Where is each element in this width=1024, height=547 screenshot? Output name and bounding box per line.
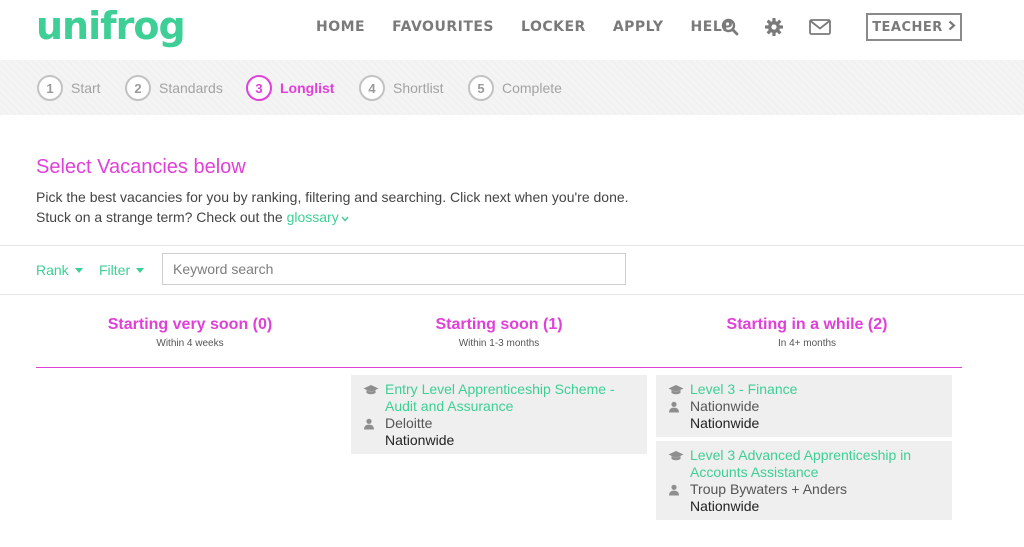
vacancy-card[interactable]: Level 3 - Finance Nationwide Nationwide [656, 375, 952, 437]
vacancy-location-row: Nationwide [668, 498, 942, 515]
vacancy-location-row: Nationwide [363, 432, 637, 449]
graduation-cap-icon [668, 381, 690, 396]
gear-icon[interactable] [761, 14, 787, 40]
chevron-down-icon [341, 214, 349, 224]
vacancy-employer-row: Deloitte [363, 415, 637, 432]
vacancy-card[interactable]: Level 3 Advanced Apprenticeship in Accou… [656, 441, 952, 520]
step-complete[interactable]: 5 Complete [468, 75, 562, 101]
column-title: Starting very soon (0) [107, 316, 273, 333]
page-title: Select Vacancies below [36, 156, 246, 178]
step-number: 3 [246, 75, 272, 101]
step-label: Shortlist [393, 80, 444, 96]
step-label: Standards [159, 80, 223, 96]
step-number: 2 [125, 75, 151, 101]
nav-home[interactable]: HOME [316, 19, 365, 35]
chevron-right-icon [948, 20, 956, 34]
rank-dropdown[interactable]: Rank [36, 262, 83, 278]
column-heading-very-soon: Starting very soon (0) Within 4 weeks [40, 316, 340, 349]
vacancy-title[interactable]: Level 3 Advanced Apprenticeship in Accou… [690, 447, 942, 481]
column-subtitle: Within 1-3 months [458, 338, 540, 349]
progress-steps: 1 Start 2 Standards 3 Longlist 4 Shortli… [0, 60, 1024, 115]
vacancy-card[interactable]: Entry Level Apprenticeship Scheme - Audi… [351, 375, 647, 454]
graduation-cap-icon [363, 381, 385, 396]
vacancy-employer-row: Nationwide [668, 398, 942, 415]
page-description: Pick the best vacancies for you by ranki… [36, 187, 629, 229]
step-longlist[interactable]: 3 Longlist [246, 75, 334, 101]
person-icon [363, 415, 385, 430]
nav-locker[interactable]: LOCKER [521, 19, 586, 35]
graduation-cap-icon [668, 447, 690, 462]
vacancy-employer: Troup Bywaters + Anders [690, 481, 848, 497]
column-subtitle: In 4+ months [777, 338, 837, 349]
vacancy-location: Nationwide [690, 415, 760, 431]
vacancy-location-row: Nationwide [668, 415, 942, 432]
vacancy-location: Nationwide [385, 432, 455, 448]
nav-favourites[interactable]: FAVOURITES [392, 19, 494, 35]
step-start[interactable]: 1 Start [37, 75, 101, 101]
vacancy-location: Nationwide [690, 498, 760, 514]
column-title: Starting soon (1) [435, 316, 563, 333]
vacancy-title[interactable]: Entry Level Apprenticeship Scheme - Audi… [385, 381, 637, 415]
vacancy-title-row: Entry Level Apprenticeship Scheme - Audi… [363, 381, 637, 415]
divider [0, 245, 1024, 246]
column-heading-in-a-while: Starting in a while (2) In 4+ months [657, 316, 957, 349]
top-header: unifrog HOME FAVOURITES LOCKER APPLY HEL… [0, 0, 1024, 60]
teacher-button-label: TEACHER [872, 19, 943, 35]
column-title: Starting in a while (2) [726, 316, 888, 333]
glossary-prompt: Stuck on a strange term? Check out the [36, 209, 287, 225]
divider [0, 294, 1024, 295]
step-number: 4 [359, 75, 385, 101]
step-label: Complete [502, 80, 562, 96]
search-icon[interactable] [717, 14, 743, 40]
mail-icon[interactable] [807, 14, 833, 40]
unifrog-logo[interactable]: unifrog [36, 4, 186, 48]
filter-dropdown[interactable]: Filter [99, 262, 145, 278]
vacancy-title-row: Level 3 Advanced Apprenticeship in Accou… [668, 447, 942, 481]
column-heading-soon: Starting soon (1) Within 1-3 months [349, 316, 649, 349]
rank-label: Rank [36, 262, 69, 278]
vacancy-title[interactable]: Level 3 - Finance [690, 381, 797, 398]
step-shortlist[interactable]: 4 Shortlist [359, 75, 444, 101]
vacancy-employer: Deloitte [385, 415, 433, 431]
caret-down-icon [136, 267, 145, 273]
person-icon [668, 398, 690, 413]
glossary-link-label: glossary [286, 209, 339, 225]
step-label: Longlist [280, 80, 335, 96]
vacancy-employer-row: Troup Bywaters + Anders [668, 481, 942, 498]
column-subtitle: Within 4 weeks [156, 338, 224, 349]
description-line: Pick the best vacancies for you by ranki… [36, 189, 629, 205]
vacancy-title-row: Level 3 - Finance [668, 381, 942, 398]
keyword-search-input[interactable] [162, 253, 626, 285]
filter-label: Filter [99, 262, 131, 278]
description-line-glossary: Stuck on a strange term? Check out the g… [36, 207, 629, 229]
column-divider-rule [36, 367, 962, 368]
caret-down-icon [74, 267, 83, 273]
vacancy-employer: Nationwide [690, 398, 760, 414]
step-number: 5 [468, 75, 494, 101]
glossary-link[interactable]: glossary [287, 209, 349, 225]
step-number: 1 [37, 75, 63, 101]
person-icon [668, 481, 690, 496]
teacher-button[interactable]: TEACHER [866, 13, 962, 41]
main-nav: HOME FAVOURITES LOCKER APPLY HELP [316, 19, 760, 35]
nav-apply[interactable]: APPLY [613, 19, 664, 35]
step-label: Start [71, 80, 101, 96]
step-standards[interactable]: 2 Standards [125, 75, 223, 101]
